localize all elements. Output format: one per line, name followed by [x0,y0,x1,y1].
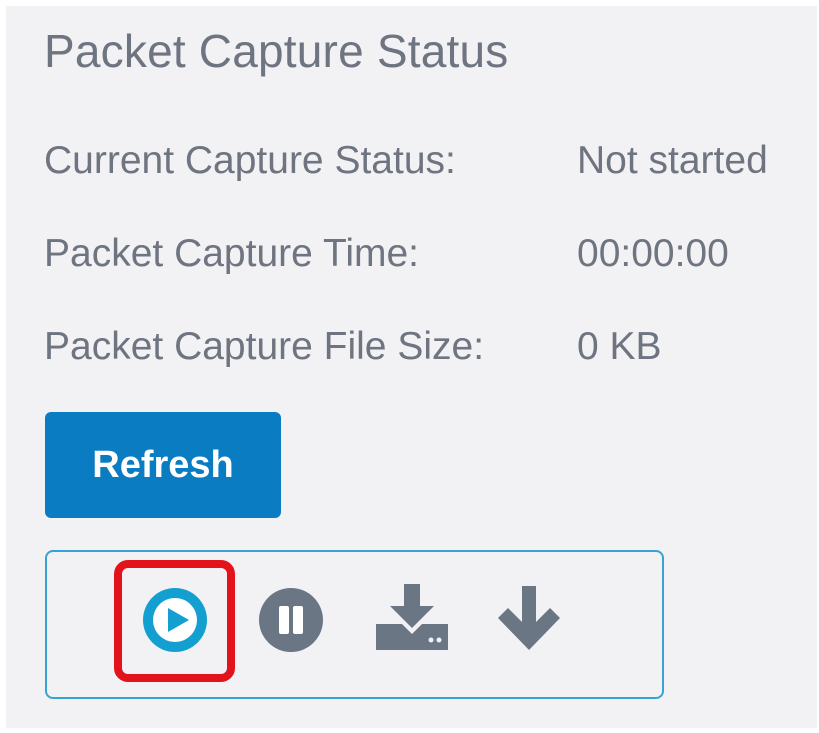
download-arrow-icon [498,586,560,650]
status-value: Not started [577,139,768,182]
save-capture-button[interactable] [374,582,450,652]
panel-title: Packet Capture Status [44,25,509,77]
status-value: 00:00:00 [577,232,729,275]
download-to-device-icon [376,584,448,650]
refresh-button[interactable]: Refresh [45,412,281,518]
packet-capture-status-panel: Packet Capture Status Current Capture St… [6,6,817,728]
status-row-packet-capture-file-size: Packet Capture File Size: 0 KB [44,325,662,369]
capture-controls-toolbar [45,550,664,699]
status-label: Packet Capture Time: [44,232,419,275]
pause-capture-button[interactable] [258,587,324,653]
status-row-packet-capture-time: Packet Capture Time: 00:00:00 [44,232,729,276]
download-capture-button[interactable] [496,584,562,654]
status-row-current-capture-status: Current Capture Status: Not started [44,139,768,183]
status-label: Packet Capture File Size: [44,325,485,368]
start-capture-button[interactable] [142,587,208,653]
status-value: 0 KB [577,325,662,368]
play-icon [143,588,207,652]
status-label: Current Capture Status: [44,139,456,182]
pause-icon [259,588,323,652]
